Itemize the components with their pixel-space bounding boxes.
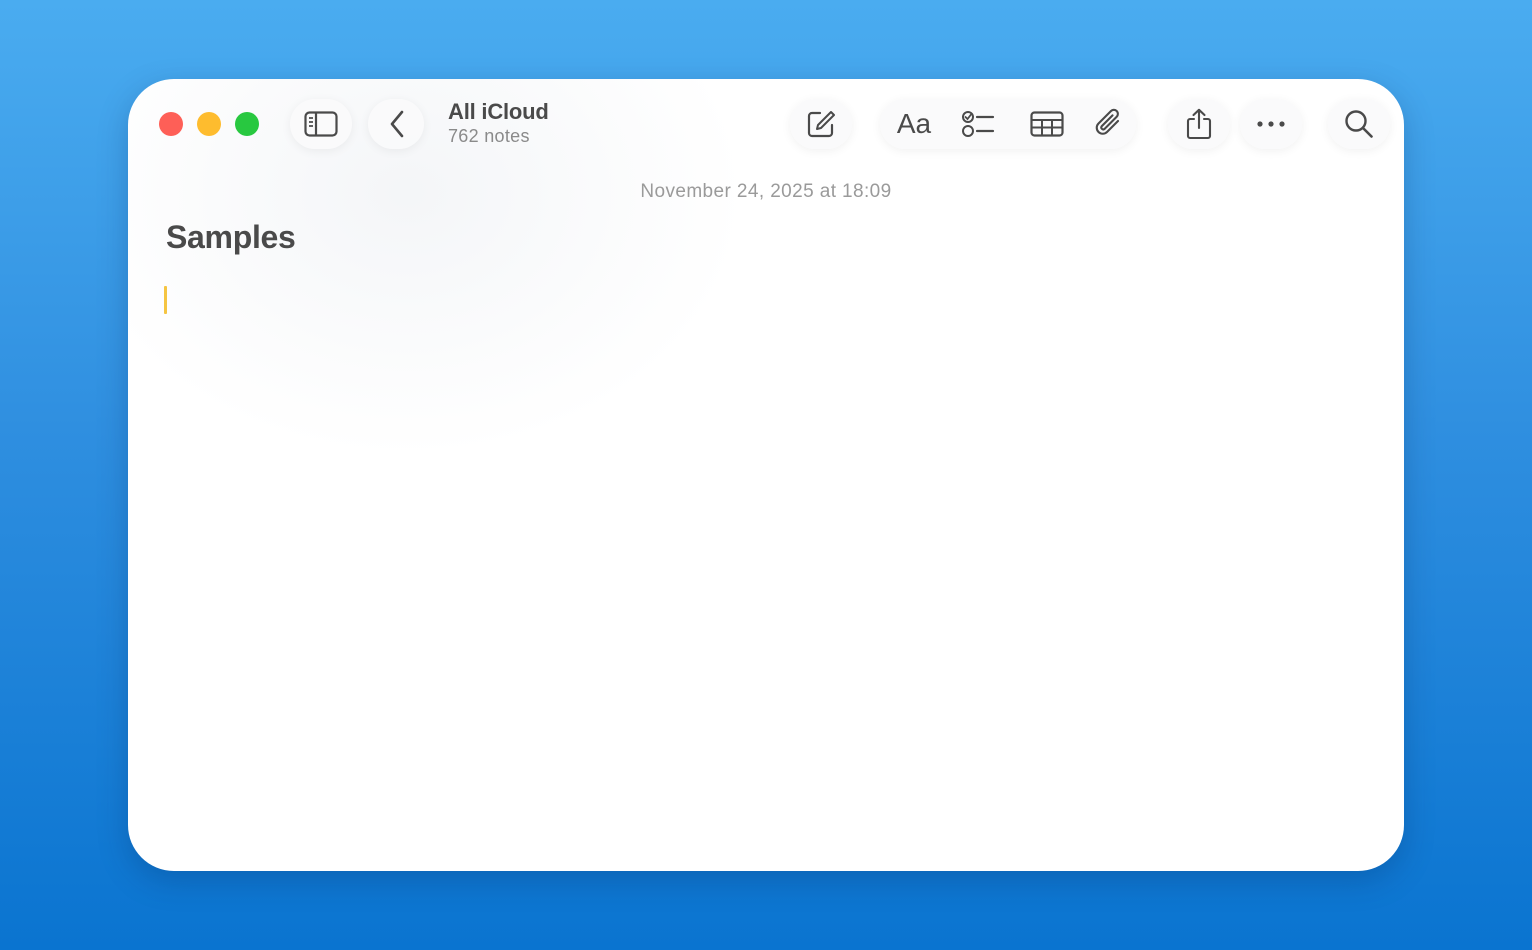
paperclip-icon bbox=[1095, 108, 1120, 135]
note-date: November 24, 2025 at 18:09 bbox=[640, 181, 892, 202]
more-icon bbox=[1257, 121, 1285, 127]
attachment-button[interactable] bbox=[1092, 101, 1126, 147]
notes-window: All iCloud 762 notes Aa November 24, 202… bbox=[128, 79, 1404, 871]
new-note-button[interactable] bbox=[804, 101, 838, 147]
checklist-icon bbox=[962, 111, 995, 137]
checklist-button[interactable] bbox=[960, 101, 996, 147]
share-icon bbox=[1186, 108, 1212, 140]
minimize-window-button[interactable] bbox=[197, 112, 221, 136]
zoom-window-button[interactable] bbox=[235, 112, 259, 136]
back-button[interactable] bbox=[382, 101, 412, 147]
table-icon bbox=[1030, 111, 1064, 137]
format-text-icon: Aa bbox=[896, 108, 932, 139]
close-window-button[interactable] bbox=[159, 112, 183, 136]
folder-note-count: 762 notes bbox=[448, 126, 530, 146]
more-button[interactable] bbox=[1254, 101, 1288, 147]
note-title[interactable]: Samples bbox=[166, 219, 296, 256]
format-button[interactable]: Aa bbox=[892, 101, 936, 147]
search-icon bbox=[1345, 110, 1373, 138]
sidebar-toggle-button[interactable] bbox=[300, 101, 342, 147]
search-button[interactable] bbox=[1342, 101, 1376, 147]
text-caret[interactable] bbox=[164, 286, 167, 314]
sidebar-ghost bbox=[128, 79, 748, 459]
compose-icon bbox=[807, 111, 835, 138]
chevron-left-icon bbox=[390, 110, 404, 138]
share-button[interactable] bbox=[1182, 101, 1216, 147]
sidebar-toggle-icon bbox=[304, 111, 338, 137]
table-button[interactable] bbox=[1028, 101, 1066, 147]
folder-title: All iCloud bbox=[448, 99, 549, 124]
